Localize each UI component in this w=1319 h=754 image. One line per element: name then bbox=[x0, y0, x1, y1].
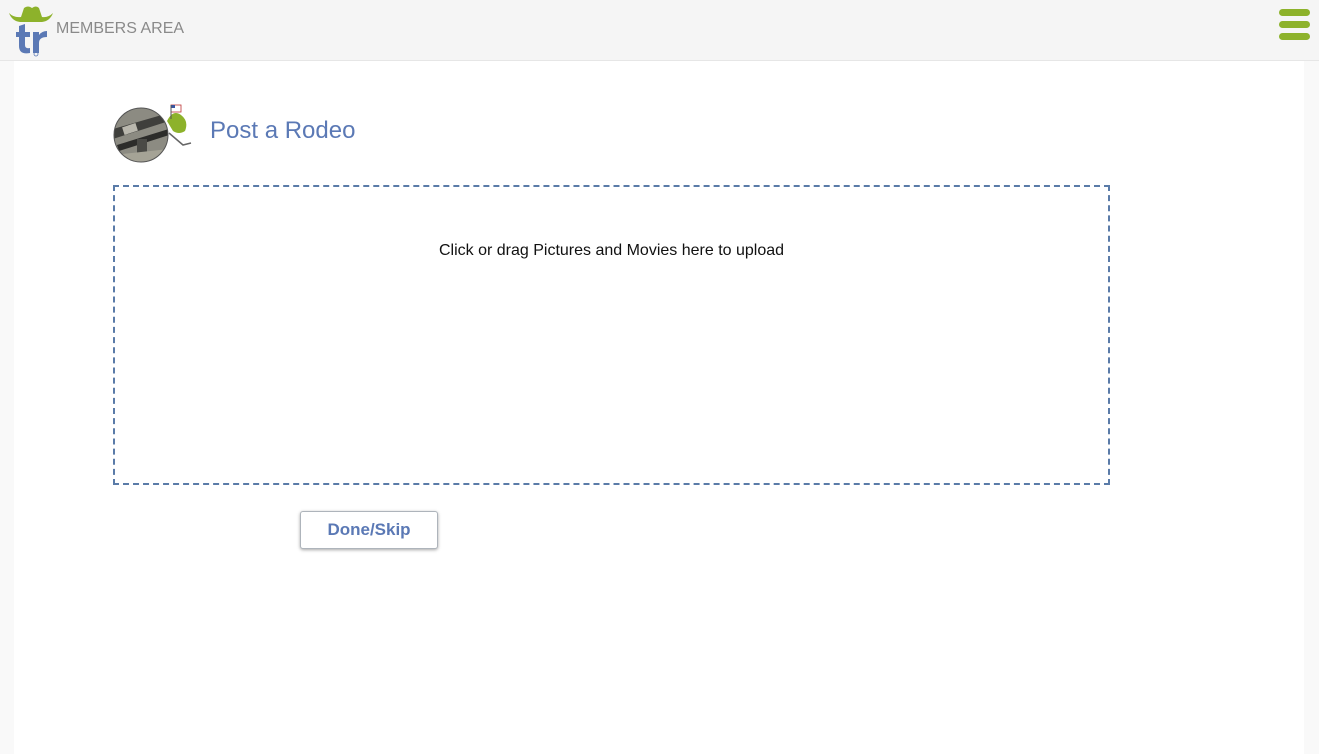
menu-bar bbox=[1279, 33, 1310, 40]
members-area-label: MEMBERS AREA bbox=[56, 20, 185, 37]
menu-bar bbox=[1279, 9, 1310, 16]
top-bar: MEMBERS AREA bbox=[0, 0, 1319, 61]
upload-prompt: Click or drag Pictures and Movies here t… bbox=[438, 242, 785, 259]
page-title: Post a Rodeo bbox=[210, 117, 356, 144]
main-content: Post a Rodeo Click or drag Pictures and … bbox=[14, 61, 1304, 754]
tr-logo-icon[interactable] bbox=[6, 4, 56, 58]
menu-bar bbox=[1279, 21, 1310, 28]
done-skip-button[interactable]: Done/Skip bbox=[300, 511, 438, 549]
upload-dropzone[interactable]: Click or drag Pictures and Movies here t… bbox=[113, 185, 1110, 485]
hamburger-menu-icon[interactable] bbox=[1279, 9, 1310, 41]
rodeo-avatar-icon bbox=[113, 99, 195, 167]
